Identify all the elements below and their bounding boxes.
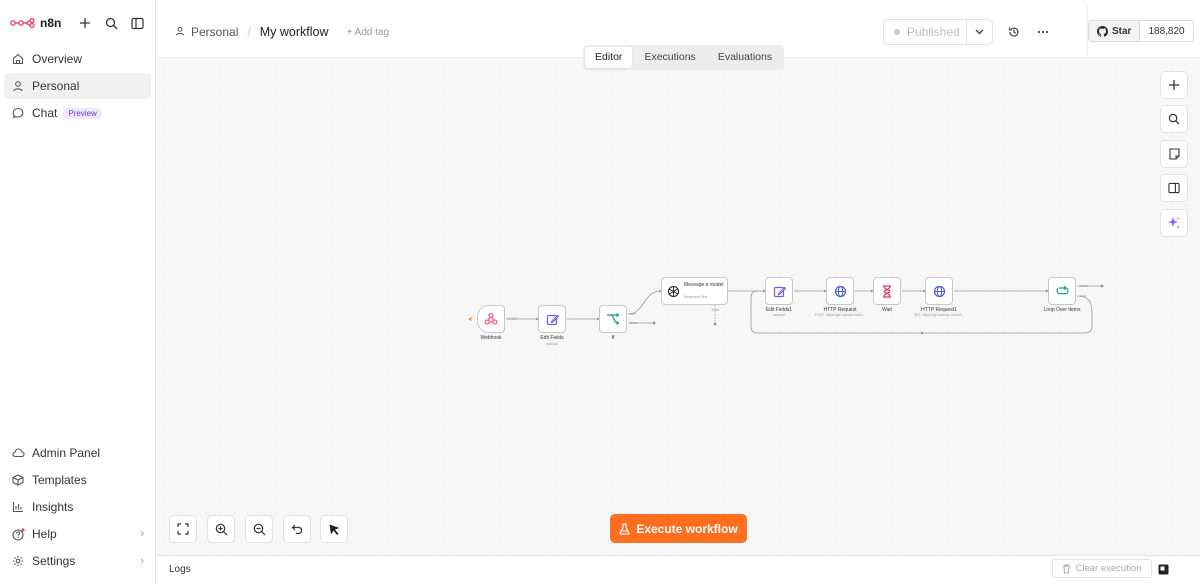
cursor-icon xyxy=(329,524,339,535)
port-label: loop xyxy=(1080,294,1087,298)
undo-button[interactable] xyxy=(283,515,311,543)
add-node-button[interactable] xyxy=(1160,71,1188,99)
execute-workflow-label: Execute workflow xyxy=(636,521,738,536)
node-label: Webhook xyxy=(480,335,502,341)
globe-icon xyxy=(933,285,945,297)
zoom-in-button[interactable] xyxy=(207,515,235,543)
fit-view-button[interactable] xyxy=(169,515,197,543)
node-subtitle: manual xyxy=(773,313,785,317)
canvas-search-button[interactable] xyxy=(1160,105,1188,133)
node-if[interactable] xyxy=(599,305,627,333)
webhook-icon xyxy=(484,312,498,325)
sticky-note-button[interactable] xyxy=(1160,140,1188,168)
if-false-endpoint[interactable] xyxy=(652,321,656,325)
workflow-connections xyxy=(468,284,1104,335)
fullscreen-icon xyxy=(177,523,189,535)
logs-title: Logs xyxy=(169,564,191,575)
edit-icon xyxy=(773,286,786,297)
globe-icon xyxy=(834,285,846,297)
toggle-panel-button[interactable] xyxy=(1160,174,1188,202)
zoom-in-icon xyxy=(215,523,227,535)
zoom-out-icon xyxy=(253,523,265,535)
port-label: Tools xyxy=(711,308,720,312)
node-label: If xyxy=(611,335,615,341)
openai-icon xyxy=(667,285,680,298)
node-message-model[interactable]: Message a model Response Text xyxy=(661,277,728,305)
execute-workflow-button[interactable]: Execute workflow xyxy=(610,514,747,543)
node-subtitle: Response Text xyxy=(684,295,708,299)
port-label: false xyxy=(630,321,638,325)
flask-icon xyxy=(619,522,631,535)
logs-panel-toggle-icon[interactable] xyxy=(1157,563,1169,575)
branch-icon xyxy=(607,313,620,325)
loop-done-endpoint[interactable] xyxy=(1100,284,1104,288)
node-http-request[interactable] xyxy=(826,277,854,305)
node-webhook[interactable] xyxy=(477,305,505,333)
port-label: done xyxy=(1080,284,1088,288)
node-subtitle: manual xyxy=(546,342,558,346)
search-icon xyxy=(1168,113,1180,125)
ai-assistant-button[interactable] xyxy=(1160,209,1188,237)
clear-execution-button[interactable]: Clear execution xyxy=(1052,559,1152,578)
node-label: Message a model xyxy=(684,282,724,288)
undo-icon xyxy=(291,524,303,535)
port-label: POST xyxy=(508,317,518,321)
node-subtitle: GET: https://api.openai.com/v1... xyxy=(913,313,965,317)
connection-if-model[interactable] xyxy=(627,290,662,315)
node-subtitle: POST: https://api.openai.com/v... xyxy=(814,313,866,317)
node-loop-over-items[interactable] xyxy=(1048,277,1076,305)
sparkle-icon xyxy=(1168,217,1180,229)
note-icon xyxy=(1168,148,1180,160)
node-edit-fields1[interactable] xyxy=(765,277,793,305)
zoom-out-button[interactable] xyxy=(245,515,273,543)
pointer-mode-button[interactable] xyxy=(320,515,348,543)
node-label: Loop Over Items xyxy=(1043,307,1081,313)
loop-icon xyxy=(1055,285,1069,295)
node-label: Edit Fields xyxy=(540,335,564,341)
edit-icon xyxy=(546,314,559,325)
node-wait[interactable] xyxy=(873,277,901,305)
node-edit-fields[interactable] xyxy=(538,305,566,333)
clear-execution-label: Clear execution xyxy=(1075,563,1142,574)
node-http-request1[interactable] xyxy=(925,277,953,305)
model-tools-endpoint[interactable] xyxy=(713,322,717,326)
trigger-lightning-icon xyxy=(468,317,472,321)
hourglass-icon xyxy=(883,284,891,298)
n8n-app: n8n Overview Personal Chat Preview Admin… xyxy=(0,0,1200,584)
logs-panel[interactable]: Logs Clear execution xyxy=(157,555,1200,582)
panel-icon xyxy=(1168,182,1180,194)
port-label: true xyxy=(630,312,637,316)
trash-icon xyxy=(1063,564,1071,573)
plus-icon xyxy=(1169,80,1179,90)
